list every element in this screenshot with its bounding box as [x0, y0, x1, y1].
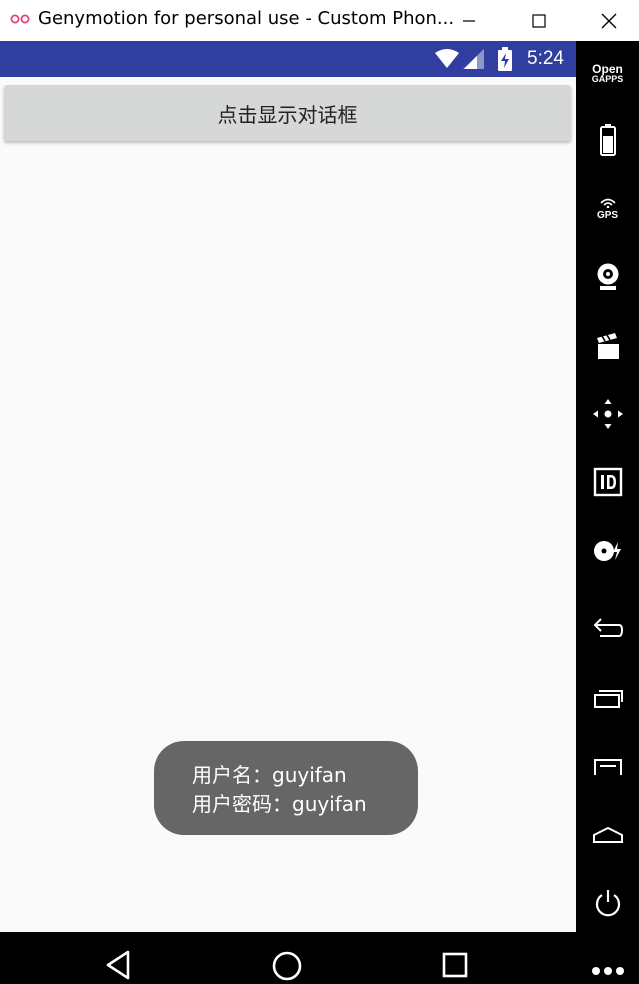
maximize-button[interactable] [516, 0, 562, 41]
gps-icon [599, 198, 616, 208]
nav-home-button[interactable] [267, 950, 307, 984]
close-button[interactable] [586, 0, 632, 41]
wifi-icon [435, 49, 459, 68]
clapperboard-icon [596, 333, 619, 359]
toast-password: 用户密码：guyifan [192, 792, 367, 816]
nav-back-button[interactable] [98, 950, 138, 984]
genymotion-sidebar: Open GAPPS GPS [576, 41, 639, 984]
home-icon [592, 826, 623, 843]
device-id-icon [593, 467, 622, 497]
recent-apps-icon [593, 690, 623, 708]
toast-username: 用户名：guyifan [192, 763, 347, 787]
battery-charging-icon [498, 47, 512, 71]
status-bar: 5:24 [0, 41, 576, 77]
android-back-button[interactable] [576, 604, 639, 654]
android-navbar [0, 932, 576, 984]
power-button[interactable] [576, 878, 639, 928]
more-icon [591, 967, 624, 975]
battery-widget-button[interactable] [576, 115, 639, 165]
maximize-icon [532, 13, 546, 28]
phone-screen: 5:24 点击显示对话框 用户名：guyifan 用户密码：guyifan [0, 41, 576, 932]
window-titlebar: Genymotion for personal use - Custom Pho… [0, 0, 639, 41]
gps-label: GPS [596, 209, 619, 221]
close-icon [601, 13, 617, 28]
opengapps-icon[interactable]: Open GAPPS [576, 49, 639, 99]
window-title: Genymotion for personal use - Custom Pho… [38, 8, 455, 29]
menu-icon [593, 759, 622, 775]
nav-recents-button[interactable] [435, 950, 475, 984]
opengapps-label-bottom: GAPPS [591, 74, 624, 84]
disk-io-widget-button[interactable] [576, 526, 639, 576]
dpad-icon [592, 399, 623, 429]
minimize-icon [463, 19, 475, 22]
disk-io-icon [593, 541, 621, 561]
more-options-button[interactable] [576, 946, 639, 984]
device-id-widget-button[interactable] [576, 457, 639, 507]
opengapps-label-top: Open [592, 62, 623, 76]
battery-icon [599, 124, 616, 156]
minimize-button[interactable] [446, 0, 492, 41]
home-circle-icon [272, 951, 302, 981]
recents-square-icon [442, 952, 468, 978]
media-widget-button[interactable] [576, 321, 639, 371]
status-time: 5:24 [527, 48, 564, 69]
toast-message: 用户名：guyifan 用户密码：guyifan [154, 741, 418, 835]
webcam-icon [597, 263, 618, 290]
android-recent-apps-button[interactable] [576, 674, 639, 724]
back-icon [593, 618, 623, 637]
webcam-widget-button[interactable] [576, 252, 639, 302]
signal-icon [463, 49, 484, 69]
show-dialog-button[interactable]: 点击显示对话框 [4, 85, 571, 141]
power-icon [595, 890, 620, 917]
android-home-button[interactable] [576, 810, 639, 860]
gps-widget-button[interactable]: GPS [576, 184, 639, 234]
dpad-widget-button[interactable] [576, 389, 639, 439]
back-triangle-icon [106, 950, 130, 980]
android-menu-button[interactable] [576, 742, 639, 792]
genymotion-logo-icon [10, 14, 30, 24]
